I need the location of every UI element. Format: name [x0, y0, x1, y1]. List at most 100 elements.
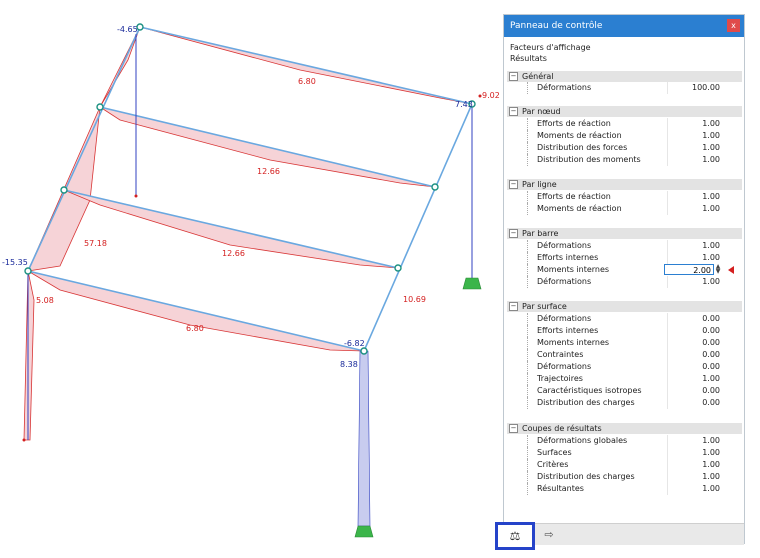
row-surface-4[interactable]: Déformations 0.00 [507, 361, 742, 373]
front-column-moment [357, 350, 371, 527]
row-value[interactable]: 0.00 [702, 385, 720, 397]
panel-title: Panneau de contrôle [504, 15, 744, 37]
panel-footer: ⚖ ⇨ [495, 522, 744, 550]
label-v9: 5.08 [36, 296, 54, 305]
row-noeud-2[interactable]: Distribution des forces 1.00 [507, 142, 742, 154]
row-surface-7[interactable]: Distribution des charges 0.00 [507, 397, 742, 409]
row-label: Distribution des charges [537, 398, 635, 407]
row-coupes-3[interactable]: Distribution des charges 1.00 [507, 471, 742, 483]
row-label: Efforts internes [537, 253, 599, 262]
row-coupes-1[interactable]: Surfaces 1.00 [507, 447, 742, 459]
settings-tree: − Général Déformations 100.00 − Par nœud… [504, 71, 744, 526]
row-general-deformations[interactable]: Déformations 100.00 [507, 82, 742, 94]
row-value[interactable]: 0.00 [702, 337, 720, 349]
row-surface-0[interactable]: Déformations 0.00 [507, 313, 742, 325]
control-panel: Panneau de contrôle x Facteurs d'afficha… [495, 14, 745, 550]
row-label: Distribution des forces [537, 143, 628, 152]
row-label: Déformations [537, 241, 592, 250]
value-spinner[interactable]: ▲ ▼ [714, 264, 722, 275]
label-v13: 8.38 [340, 360, 358, 369]
balance-icon[interactable]: ⚖ [495, 522, 535, 550]
row-ligne-0[interactable]: Efforts de réaction 1.00 [507, 191, 742, 203]
row-barre-2-active[interactable]: Moments internes 2.00 ▲ ▼ [507, 264, 742, 276]
row-coupes-0[interactable]: Déformations globales 1.00 [507, 435, 742, 447]
row-barre-3[interactable]: Déformations 1.00 [507, 276, 742, 288]
collapse-icon[interactable]: − [509, 72, 518, 81]
export-icon[interactable]: ⇨ [538, 527, 560, 543]
group-label: Coupes de résultats [522, 424, 602, 433]
row-value[interactable]: 0.00 [702, 349, 720, 361]
row-value[interactable]: 1.00 [702, 459, 720, 471]
group-par-noeud[interactable]: − Par nœud [507, 106, 742, 117]
row-label: Distribution des moments [537, 155, 641, 164]
moments-internes-input[interactable]: 2.00 [664, 264, 714, 275]
row-value[interactable]: 1.00 [702, 191, 720, 203]
row-value[interactable]: 1.00 [702, 203, 720, 215]
row-value[interactable]: 0.00 [702, 361, 720, 373]
collapse-icon[interactable]: − [509, 229, 518, 238]
row-value[interactable]: 1.00 [702, 447, 720, 459]
row-value[interactable]: 1.00 [702, 142, 720, 154]
label-v6: 57.18 [84, 239, 107, 248]
label-v5: 12.66 [257, 167, 280, 176]
row-value[interactable]: 1.00 [702, 471, 720, 483]
row-label: Déformations globales [537, 436, 628, 445]
group-par-barre[interactable]: − Par barre [507, 228, 742, 239]
row-surface-5[interactable]: Trajectoires 1.00 [507, 373, 742, 385]
row-label: Déformations [537, 362, 592, 371]
row-label: Moments internes [537, 338, 610, 347]
header-line-factors: Facteurs d'affichage [510, 43, 591, 52]
row-value[interactable]: 1.00 [702, 240, 720, 252]
collapse-icon[interactable]: − [509, 107, 518, 116]
row-value[interactable]: 0.00 [702, 397, 720, 409]
row-value[interactable]: 1.00 [702, 130, 720, 142]
label-v4: 6.80 [298, 77, 316, 86]
supports[interactable] [354, 277, 482, 538]
row-value[interactable]: 1.00 [702, 435, 720, 447]
row-value[interactable]: 1.00 [702, 483, 720, 495]
label-v10: 6.80 [186, 324, 204, 333]
row-ligne-1[interactable]: Moments de réaction 1.00 [507, 203, 742, 215]
row-value[interactable]: 1.00 [702, 373, 720, 385]
row-label: Surfaces [537, 448, 572, 457]
collapse-icon[interactable]: − [509, 424, 518, 433]
pointer-arrow-icon [728, 266, 734, 274]
row-value[interactable]: 1.00 [702, 118, 720, 130]
row-surface-6[interactable]: Caractéristiques isotropes 0.00 [507, 385, 742, 397]
row-value[interactable]: 100.00 [692, 82, 720, 94]
row-barre-1[interactable]: Efforts internes 1.00 [507, 252, 742, 264]
group-par-surface[interactable]: − Par surface [507, 301, 742, 312]
row-label: Moments de réaction [537, 204, 622, 213]
row-noeud-0[interactable]: Efforts de réaction 1.00 [507, 118, 742, 130]
row-label: Moments de réaction [537, 131, 622, 140]
row-surface-3[interactable]: Contraintes 0.00 [507, 349, 742, 361]
header-line-results: Résultats [510, 54, 547, 63]
group-label: Par surface [522, 302, 567, 311]
row-value[interactable]: 0.00 [702, 313, 720, 325]
label-v11: 10.69 [403, 295, 426, 304]
group-label: Par barre [522, 229, 559, 238]
row-barre-0[interactable]: Déformations 1.00 [507, 240, 742, 252]
group-par-ligne[interactable]: − Par ligne [507, 179, 742, 190]
group-coupes-resultats[interactable]: − Coupes de résultats [507, 423, 742, 434]
label-v2: 7.43 [455, 100, 473, 109]
row-noeud-1[interactable]: Moments de réaction 1.00 [507, 130, 742, 142]
row-coupes-4[interactable]: Résultantes 1.00 [507, 483, 742, 495]
row-label: Caractéristiques isotropes [537, 386, 642, 395]
row-surface-2[interactable]: Moments internes 0.00 [507, 337, 742, 349]
row-coupes-2[interactable]: Critères 1.00 [507, 459, 742, 471]
group-general[interactable]: − Général [507, 71, 742, 82]
label-v7: 12.66 [222, 249, 245, 258]
moment-left-col [23, 270, 35, 441]
row-value[interactable]: 1.00 [702, 154, 720, 166]
close-button[interactable]: x [727, 19, 740, 32]
row-value[interactable]: 0.00 [702, 325, 720, 337]
row-value[interactable]: 1.00 [702, 276, 720, 288]
collapse-icon[interactable]: − [509, 180, 518, 189]
group-label: Par nœud [522, 107, 561, 116]
nodes[interactable] [24, 23, 476, 355]
collapse-icon[interactable]: − [509, 302, 518, 311]
row-surface-1[interactable]: Efforts internes 0.00 [507, 325, 742, 337]
row-noeud-3[interactable]: Distribution des moments 1.00 [507, 154, 742, 166]
panel-header: Facteurs d'affichage Résultats [504, 37, 744, 73]
